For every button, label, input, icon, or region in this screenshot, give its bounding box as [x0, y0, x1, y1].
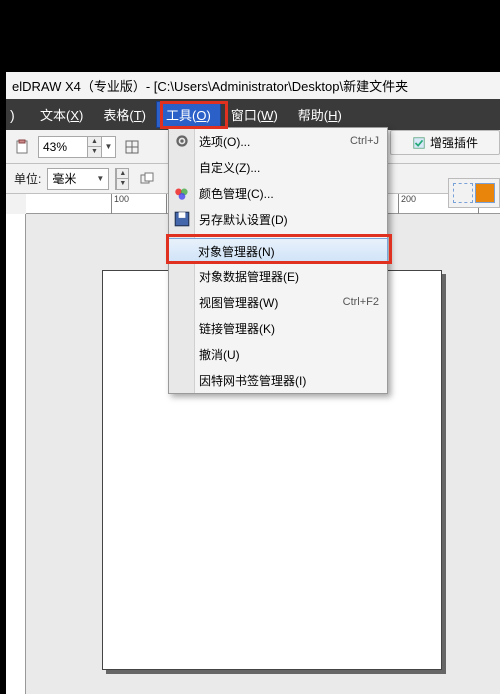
- gear-icon: [173, 132, 191, 150]
- ruler-tick: 200: [398, 194, 416, 214]
- menu-more-left-icon: ): [10, 101, 30, 128]
- menu-item-internet-bookmark-manager[interactable]: 因特网书签管理器(I): [169, 367, 387, 393]
- paste-icon[interactable]: [10, 135, 34, 159]
- zoom-input[interactable]: [39, 140, 87, 154]
- menu-item-label: 对象管理器(N): [198, 243, 379, 260]
- menu-item-label: 撤消(U): [199, 346, 379, 363]
- menu-item-view-manager[interactable]: 视图管理器(W) Ctrl+F2: [169, 289, 387, 315]
- menu-item-label: 选项(O)...: [199, 133, 350, 150]
- ruler-tick: 100: [111, 194, 129, 214]
- menu-item-label: 视图管理器(W): [199, 294, 343, 311]
- menu-item-object-data-manager[interactable]: 对象数据管理器(E): [169, 263, 387, 289]
- menu-window[interactable]: 窗口(W): [221, 101, 288, 128]
- menu-text[interactable]: 文本(X): [30, 101, 93, 128]
- menu-item-object-manager[interactable]: 对象管理器(N): [168, 238, 388, 264]
- menubar: ) 文本(X) 表格(T) 工具(O) 窗口(W) 帮助(H): [6, 99, 500, 130]
- menu-item-label: 颜色管理(C)...: [199, 185, 379, 202]
- menu-item-color-management[interactable]: 颜色管理(C)...: [169, 180, 387, 206]
- menu-item-label: 链接管理器(K): [199, 320, 379, 337]
- menu-item-customize[interactable]: 自定义(Z)...: [169, 154, 387, 180]
- menu-item-options[interactable]: 选项(O)... Ctrl+J: [169, 128, 387, 154]
- menu-item-save-defaults[interactable]: 另存默认设置(D): [169, 206, 387, 232]
- duplicate-offset-icon[interactable]: [135, 167, 159, 191]
- menu-item-label: 另存默认设置(D): [199, 211, 379, 228]
- menu-item-label: 自定义(Z)...: [199, 159, 379, 176]
- zoom-combo[interactable]: ▲▼ ▼: [38, 136, 116, 158]
- unit-label: 单位:: [14, 170, 41, 187]
- menu-item-link-manager[interactable]: 链接管理器(K): [169, 315, 387, 341]
- menu-help[interactable]: 帮助(H): [288, 101, 352, 128]
- menu-item-shortcut: Ctrl+F2: [343, 296, 379, 308]
- titlebar: elDRAW X4（专业版）- [C:\Users\Administrator\…: [6, 72, 500, 99]
- tools-dropdown: 选项(O)... Ctrl+J 自定义(Z)... 颜色管理(C)... 另存默…: [168, 127, 388, 394]
- menu-tools[interactable]: 工具(O): [156, 101, 221, 128]
- chevron-down-icon[interactable]: ▼: [101, 137, 115, 157]
- menu-item-label: 因特网书签管理器(I): [199, 372, 379, 389]
- palette-icon: [173, 184, 191, 202]
- save-icon: [173, 210, 191, 228]
- menu-item-undo-docker[interactable]: 撤消(U): [169, 341, 387, 367]
- docker-icons: [448, 178, 500, 208]
- bounds-icon[interactable]: [453, 183, 473, 203]
- snap-icon[interactable]: [120, 135, 144, 159]
- zoom-stepper[interactable]: ▲▼: [87, 137, 101, 157]
- unit-select[interactable]: 毫米 ▼: [47, 168, 109, 190]
- menu-table[interactable]: 表格(T): [93, 101, 156, 128]
- plugin-label: 增强插件: [430, 134, 478, 151]
- ruler-vertical: [6, 214, 26, 694]
- transform-icon[interactable]: [475, 183, 495, 203]
- menu-item-shortcut: Ctrl+J: [350, 135, 379, 147]
- plugin-icon: [412, 136, 426, 150]
- menu-separator: [197, 235, 383, 236]
- plugin-button[interactable]: 增强插件: [390, 130, 500, 155]
- menu-item-label: 对象数据管理器(E): [199, 268, 379, 285]
- nudge-stepper[interactable]: ▲▼: [115, 168, 129, 190]
- plugin-panel: 增强插件: [390, 130, 500, 155]
- chevron-down-icon: ▼: [96, 174, 104, 183]
- unit-value: 毫米: [52, 170, 76, 187]
